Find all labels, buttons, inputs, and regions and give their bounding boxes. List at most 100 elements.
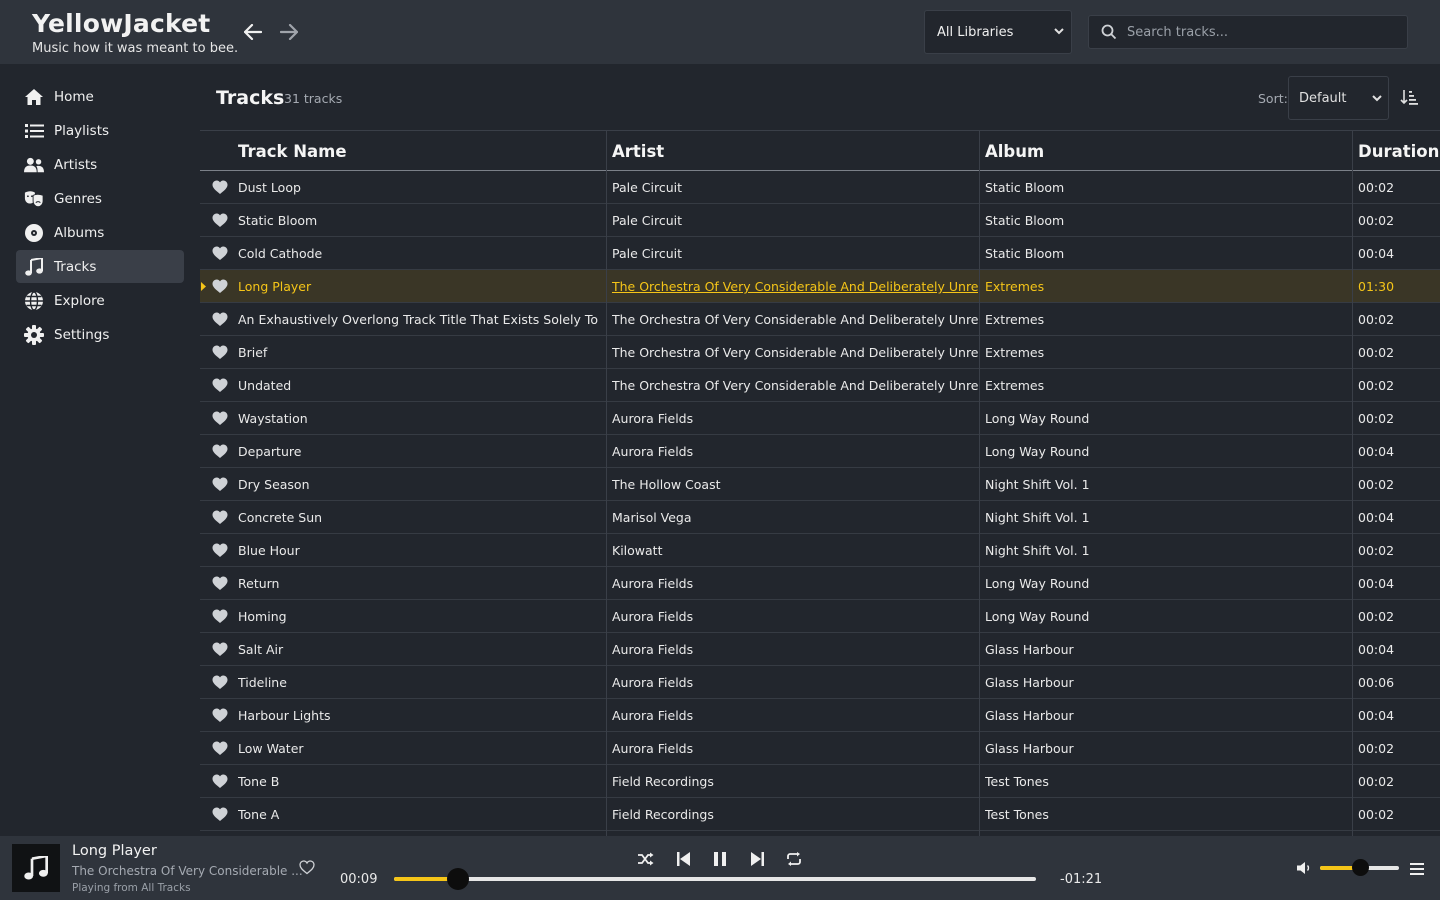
artist-link[interactable]: The Orchestra Of Very Considerable And D… bbox=[612, 312, 978, 327]
now-playing-artist[interactable]: The Orchestra Of Very Considerable ... bbox=[72, 864, 303, 878]
table-row[interactable]: Low Water Aurora Fields Glass Harbour 00:02 bbox=[200, 732, 1440, 765]
repeat-button[interactable] bbox=[785, 850, 803, 868]
album-cell[interactable]: Long Way Round bbox=[985, 600, 1347, 633]
heart-icon[interactable] bbox=[212, 378, 228, 393]
now-playing-title[interactable]: Long Player bbox=[72, 843, 157, 859]
track-name-cell[interactable]: Concrete Sun bbox=[238, 501, 600, 534]
album-cell[interactable]: Glass Harbour bbox=[985, 732, 1347, 765]
artist-cell[interactable]: The Orchestra Of Very Considerable And D… bbox=[612, 270, 978, 303]
artist-cell[interactable]: The Orchestra Of Very Considerable And D… bbox=[612, 336, 978, 369]
album-cell[interactable]: Night Shift Vol. 1 bbox=[985, 534, 1347, 567]
album-cell[interactable]: Glass Harbour bbox=[985, 633, 1347, 666]
album-cell[interactable]: Extremes bbox=[985, 270, 1347, 303]
artist-link[interactable]: Kilowatt bbox=[612, 543, 662, 558]
artist-link[interactable]: The Orchestra Of Very Considerable And D… bbox=[612, 279, 978, 294]
track-name-cell[interactable]: Brief bbox=[238, 336, 600, 369]
progress-bar[interactable] bbox=[394, 868, 1036, 890]
heart-icon[interactable] bbox=[212, 774, 228, 789]
album-cell[interactable]: Extremes bbox=[985, 303, 1347, 336]
album-cell[interactable]: Long Way Round bbox=[985, 567, 1347, 600]
heart-icon[interactable] bbox=[212, 312, 228, 327]
sidebar-item-settings[interactable]: Settings bbox=[16, 318, 184, 351]
sidebar-item-home[interactable]: Home bbox=[16, 80, 184, 113]
volume-handle[interactable] bbox=[1351, 859, 1369, 876]
column-header-duration[interactable]: Duration bbox=[1358, 131, 1439, 171]
mute-button[interactable] bbox=[1297, 860, 1314, 877]
album-cell[interactable]: Static Bloom bbox=[985, 171, 1347, 204]
artist-cell[interactable]: Aurora Fields bbox=[612, 732, 978, 765]
album-cell[interactable]: Long Way Round bbox=[985, 402, 1347, 435]
artist-link[interactable]: Field Recordings bbox=[612, 807, 714, 822]
album-cell[interactable]: Glass Harbour bbox=[985, 699, 1347, 732]
table-row[interactable]: Blue Hour Kilowatt Night Shift Vol. 1 00:02 bbox=[200, 534, 1440, 567]
heart-icon[interactable] bbox=[212, 675, 228, 690]
volume-slider[interactable] bbox=[1320, 859, 1399, 876]
heart-icon[interactable] bbox=[212, 576, 228, 591]
artist-link[interactable]: Aurora Fields bbox=[612, 411, 693, 426]
artist-link[interactable]: The Orchestra Of Very Considerable And D… bbox=[612, 378, 978, 393]
artist-cell[interactable]: The Orchestra Of Very Considerable And D… bbox=[612, 369, 978, 402]
table-row[interactable]: Tone B Field Recordings Test Tones 00:02 bbox=[200, 765, 1440, 798]
sidebar-item-albums[interactable]: Albums bbox=[16, 216, 184, 249]
track-name-cell[interactable]: Tone B bbox=[238, 765, 600, 798]
artist-cell[interactable]: Pale Circuit bbox=[612, 171, 978, 204]
search-box[interactable] bbox=[1088, 15, 1408, 49]
heart-icon[interactable] bbox=[212, 543, 228, 558]
artist-cell[interactable]: Marisol Vega bbox=[612, 501, 978, 534]
column-divider[interactable] bbox=[606, 131, 607, 836]
table-row[interactable]: Waystation Aurora Fields Long Way Round 00:… bbox=[200, 402, 1440, 435]
heart-icon[interactable] bbox=[212, 708, 228, 723]
heart-icon[interactable] bbox=[212, 411, 228, 426]
table-row[interactable]: Tideline Aurora Fields Glass Harbour 00:06 bbox=[200, 666, 1440, 699]
artist-cell[interactable]: The Hollow Coast bbox=[612, 468, 978, 501]
sidebar-item-tracks[interactable]: Tracks bbox=[16, 250, 184, 283]
table-row[interactable]: Tone A Field Recordings Test Tones 00:02 bbox=[200, 798, 1440, 831]
track-name-cell[interactable]: Return bbox=[238, 567, 600, 600]
column-header-album[interactable]: Album bbox=[985, 131, 1044, 171]
next-button[interactable] bbox=[748, 850, 766, 868]
track-name-cell[interactable]: Cold Cathode bbox=[238, 237, 600, 270]
artist-cell[interactable]: Aurora Fields bbox=[612, 402, 978, 435]
heart-icon[interactable] bbox=[212, 345, 228, 360]
sidebar-item-artists[interactable]: Artists bbox=[16, 148, 184, 181]
album-cell[interactable]: Test Tones bbox=[985, 765, 1347, 798]
artist-link[interactable]: Aurora Fields bbox=[612, 609, 693, 624]
artist-link[interactable]: Pale Circuit bbox=[612, 213, 682, 228]
artist-cell[interactable]: Aurora Fields bbox=[612, 600, 978, 633]
album-cell[interactable]: Extremes bbox=[985, 336, 1347, 369]
track-name-cell[interactable]: Dust Loop bbox=[238, 171, 600, 204]
column-divider[interactable] bbox=[979, 131, 980, 836]
favorite-button[interactable] bbox=[299, 860, 315, 875]
track-name-cell[interactable]: Departure bbox=[238, 435, 600, 468]
artist-cell[interactable]: Aurora Fields bbox=[612, 633, 978, 666]
heart-icon[interactable] bbox=[212, 609, 228, 624]
artist-link[interactable]: Aurora Fields bbox=[612, 675, 693, 690]
table-row[interactable]: Long Player The Orchestra Of Very Conside… bbox=[200, 270, 1440, 303]
artist-link[interactable]: Marisol Vega bbox=[612, 510, 692, 525]
progress-handle[interactable] bbox=[447, 868, 470, 890]
table-row[interactable]: Dry Season The Hollow Coast Night Shift Vo… bbox=[200, 468, 1440, 501]
artist-cell[interactable]: Kilowatt bbox=[612, 534, 978, 567]
track-name-cell[interactable]: Static Bloom bbox=[238, 204, 600, 237]
artist-cell[interactable]: Aurora Fields bbox=[612, 435, 978, 468]
album-cell[interactable]: Static Bloom bbox=[985, 237, 1347, 270]
track-name-cell[interactable]: Harbour Lights bbox=[238, 699, 600, 732]
table-row[interactable]: Dust Loop Pale Circuit Static Bloom 00:02 bbox=[200, 171, 1440, 204]
artist-link[interactable]: Aurora Fields bbox=[612, 741, 693, 756]
table-row[interactable]: Return Aurora Fields Long Way Round 00:04 bbox=[200, 567, 1440, 600]
pause-button[interactable] bbox=[711, 850, 729, 868]
artist-link[interactable]: The Hollow Coast bbox=[612, 477, 721, 492]
library-select[interactable]: All Libraries bbox=[924, 10, 1072, 54]
artist-link[interactable]: Field Recordings bbox=[612, 774, 714, 789]
heart-icon[interactable] bbox=[212, 477, 228, 492]
track-name-cell[interactable]: Tone A bbox=[238, 798, 600, 831]
sidebar-item-genres[interactable]: Genres bbox=[16, 182, 184, 215]
back-button[interactable] bbox=[241, 20, 265, 44]
track-name-cell[interactable]: Tideline bbox=[238, 666, 600, 699]
sort-direction-button[interactable] bbox=[1400, 88, 1420, 108]
album-cover[interactable] bbox=[12, 844, 60, 892]
artist-link[interactable]: Pale Circuit bbox=[612, 246, 682, 261]
album-cell[interactable]: Glass Harbour bbox=[985, 666, 1347, 699]
heart-icon[interactable] bbox=[212, 180, 228, 195]
heart-icon[interactable] bbox=[212, 642, 228, 657]
